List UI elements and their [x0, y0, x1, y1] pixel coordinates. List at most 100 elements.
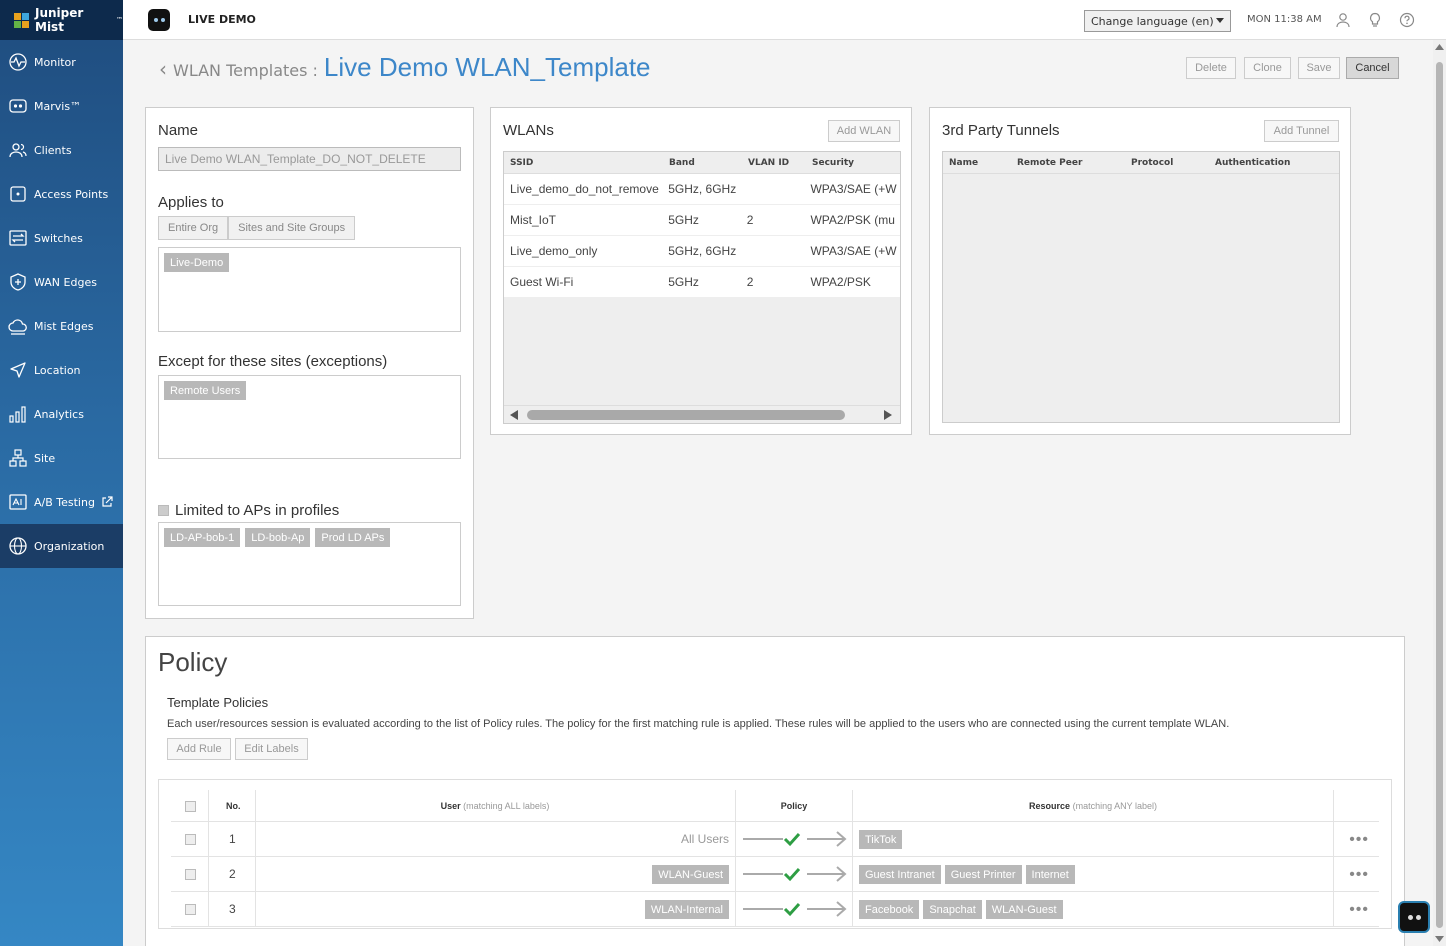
col-authentication[interactable]: Authentication: [1215, 158, 1290, 168]
col-resource-label: Resource: [1029, 801, 1071, 811]
sidebar-item-analytics[interactable]: Analytics: [0, 392, 123, 436]
sidebar-nav: Monitor Marvis™ Clients Access Points Switch…: [0, 40, 123, 568]
policy-rule-row[interactable]: 3 WLAN-Internal Facebook Snapchat WLAN-Guest…: [171, 892, 1379, 927]
wlan-band: 5GHz, 6GHz: [668, 182, 737, 196]
rule-checkbox[interactable]: [185, 904, 196, 915]
col-user-note: (matching ALL labels): [463, 801, 550, 811]
applies-to-toggle: Entire Org Sites and Site Groups: [158, 216, 356, 240]
sidebar-item-site[interactable]: Site: [0, 436, 123, 480]
cancel-button[interactable]: Cancel: [1346, 57, 1399, 79]
wlan-row[interactable]: Guest Wi-Fi 5GHz 2 WPA2/PSK: [504, 267, 900, 298]
rule-checkbox[interactable]: [185, 834, 196, 845]
vertical-scrollbar[interactable]: [1433, 40, 1446, 946]
rule-resources-cell: TikTok: [859, 830, 903, 849]
resource-tag[interactable]: Internet: [1025, 865, 1075, 884]
ap-profile-tag[interactable]: LD-bob-Ap: [245, 528, 311, 547]
rule-user-label[interactable]: WLAN-Internal: [644, 900, 729, 919]
juniper-mist-logo[interactable]: Juniper Mist ™: [0, 0, 123, 40]
help-icon[interactable]: [1399, 12, 1415, 28]
policy-panel: Policy Template Policies Each user/resou…: [145, 636, 1405, 946]
sidebar-item-organization[interactable]: Organization: [0, 524, 123, 568]
col-vlan[interactable]: VLAN ID: [748, 158, 812, 168]
resource-tag[interactable]: TikTok: [859, 830, 903, 849]
wlan-security: WPA3/SAE (+W: [810, 244, 897, 258]
wlan-row[interactable]: Mist_IoT 5GHz 2 WPA2/PSK (mu: [504, 205, 900, 236]
wlan-row[interactable]: Live_demo_only 5GHz, 6GHz WPA3/SAE (+W: [504, 236, 900, 267]
allow-check-icon[interactable]: [741, 899, 849, 919]
resource-tag[interactable]: Guest Printer: [944, 865, 1022, 884]
col-tunnel-name[interactable]: Name: [943, 158, 1017, 168]
limited-checkbox-row: Limited to APs in profiles: [158, 502, 339, 519]
site-icon: [8, 448, 28, 468]
language-select[interactable]: Change language (en): [1084, 10, 1231, 32]
vertical-scrollbar-graphic: [1435, 44, 1444, 942]
sidebar-item-monitor[interactable]: Monitor: [0, 40, 123, 84]
caret-down-icon: [1216, 18, 1224, 23]
more-options-icon[interactable]: •••: [1349, 901, 1369, 919]
policy-table-header: No. User (matching ALL labels) Policy Re…: [171, 790, 1379, 822]
marvis-robot-icon[interactable]: [148, 8, 170, 31]
sidebar: Juniper Mist ™ Monitor Marvis™ Clients Acces…: [0, 0, 123, 946]
col-security[interactable]: Security: [812, 158, 854, 168]
rule-checkbox[interactable]: [185, 869, 196, 880]
breadcrumb[interactable]: WLAN Templates :: [173, 61, 318, 80]
sidebar-item-mist-edges[interactable]: Mist Edges: [0, 304, 123, 348]
more-options-icon[interactable]: •••: [1349, 866, 1369, 884]
sidebar-item-clients[interactable]: Clients: [0, 128, 123, 172]
user-icon[interactable]: [1335, 12, 1351, 28]
exception-tag[interactable]: Remote Users: [164, 381, 247, 400]
select-all-checkbox[interactable]: [185, 801, 196, 812]
site-tag[interactable]: Live-Demo: [164, 253, 230, 272]
wlan-vlan: 2: [746, 213, 754, 227]
limited-checkbox[interactable]: [158, 505, 169, 516]
marvis-icon: [8, 96, 28, 116]
col-ssid[interactable]: SSID: [504, 158, 669, 168]
rule-user-label[interactable]: All Users: [681, 830, 729, 846]
delete-button[interactable]: Delete: [1186, 57, 1236, 79]
clone-button[interactable]: Clone: [1244, 57, 1291, 79]
tunnels-panel: 3rd Party Tunnels Add Tunnel Name Remote…: [929, 107, 1351, 435]
policy-rule-row[interactable]: 2 WLAN-Guest Guest Intranet Guest Printer In…: [171, 857, 1379, 892]
edit-labels-button[interactable]: Edit Labels: [235, 738, 308, 760]
applies-to-box[interactable]: Live-Demo: [158, 247, 461, 332]
ap-profile-tag[interactable]: LD-AP-bob-1: [164, 528, 241, 547]
wlan-security: WPA2/PSK (mu: [810, 213, 895, 227]
col-protocol[interactable]: Protocol: [1131, 158, 1215, 168]
policy-rule-row[interactable]: 1 All Users TikTok •••: [171, 822, 1379, 857]
sidebar-item-switches[interactable]: Switches: [0, 216, 123, 260]
marvis-chat-icon[interactable]: [1398, 901, 1430, 933]
resource-tag[interactable]: Facebook: [859, 900, 920, 919]
sidebar-item-marvis[interactable]: Marvis™: [0, 84, 123, 128]
ap-profile-tag[interactable]: Prod LD APs: [315, 528, 391, 547]
name-input[interactable]: Live Demo WLAN_Template_DO_NOT_DELETE: [158, 147, 461, 171]
rule-user-label[interactable]: WLAN-Guest: [652, 865, 729, 884]
back-chevron-icon[interactable]: ‹: [159, 57, 167, 81]
horizontal-scrollbar[interactable]: [504, 405, 900, 423]
add-wlan-button[interactable]: Add WLAN: [828, 120, 900, 142]
allow-check-icon[interactable]: [741, 829, 849, 849]
location-arrow-icon: [8, 360, 28, 380]
save-button[interactable]: Save: [1298, 57, 1340, 79]
ap-profiles-box[interactable]: LD-AP-bob-1 LD-bob-Ap Prod LD APs: [158, 522, 461, 606]
sites-option[interactable]: Sites and Site Groups: [228, 216, 356, 240]
add-tunnel-button[interactable]: Add Tunnel: [1264, 120, 1339, 142]
tunnels-title: 3rd Party Tunnels: [942, 122, 1060, 139]
sidebar-item-location[interactable]: Location: [0, 348, 123, 392]
add-rule-button[interactable]: Add Rule: [167, 738, 231, 760]
resource-tag[interactable]: WLAN-Guest: [985, 900, 1063, 919]
col-band[interactable]: Band: [669, 158, 748, 168]
wlan-row[interactable]: Live_demo_do_not_remove 5GHz, 6GHz WPA3/SA…: [504, 174, 900, 205]
entire-org-option[interactable]: Entire Org: [158, 216, 229, 240]
col-remote-peer[interactable]: Remote Peer: [1017, 158, 1131, 168]
sidebar-item-a-b-testing[interactable]: A/B Testing: [0, 480, 123, 524]
exceptions-box[interactable]: Remote Users: [158, 375, 461, 459]
sidebar-item-access-points[interactable]: Access Points: [0, 172, 123, 216]
resource-tag[interactable]: Snapchat: [923, 900, 982, 919]
resource-tag[interactable]: Guest Intranet: [859, 865, 941, 884]
rule-resources-cell: Facebook Snapchat WLAN-Guest: [859, 900, 1063, 919]
policy-description: Each user/resources session is evaluated…: [167, 718, 1230, 730]
lightbulb-icon[interactable]: [1367, 12, 1383, 28]
allow-check-icon[interactable]: [741, 864, 849, 884]
sidebar-item-wan-edges[interactable]: WAN Edges: [0, 260, 123, 304]
more-options-icon[interactable]: •••: [1349, 831, 1369, 849]
